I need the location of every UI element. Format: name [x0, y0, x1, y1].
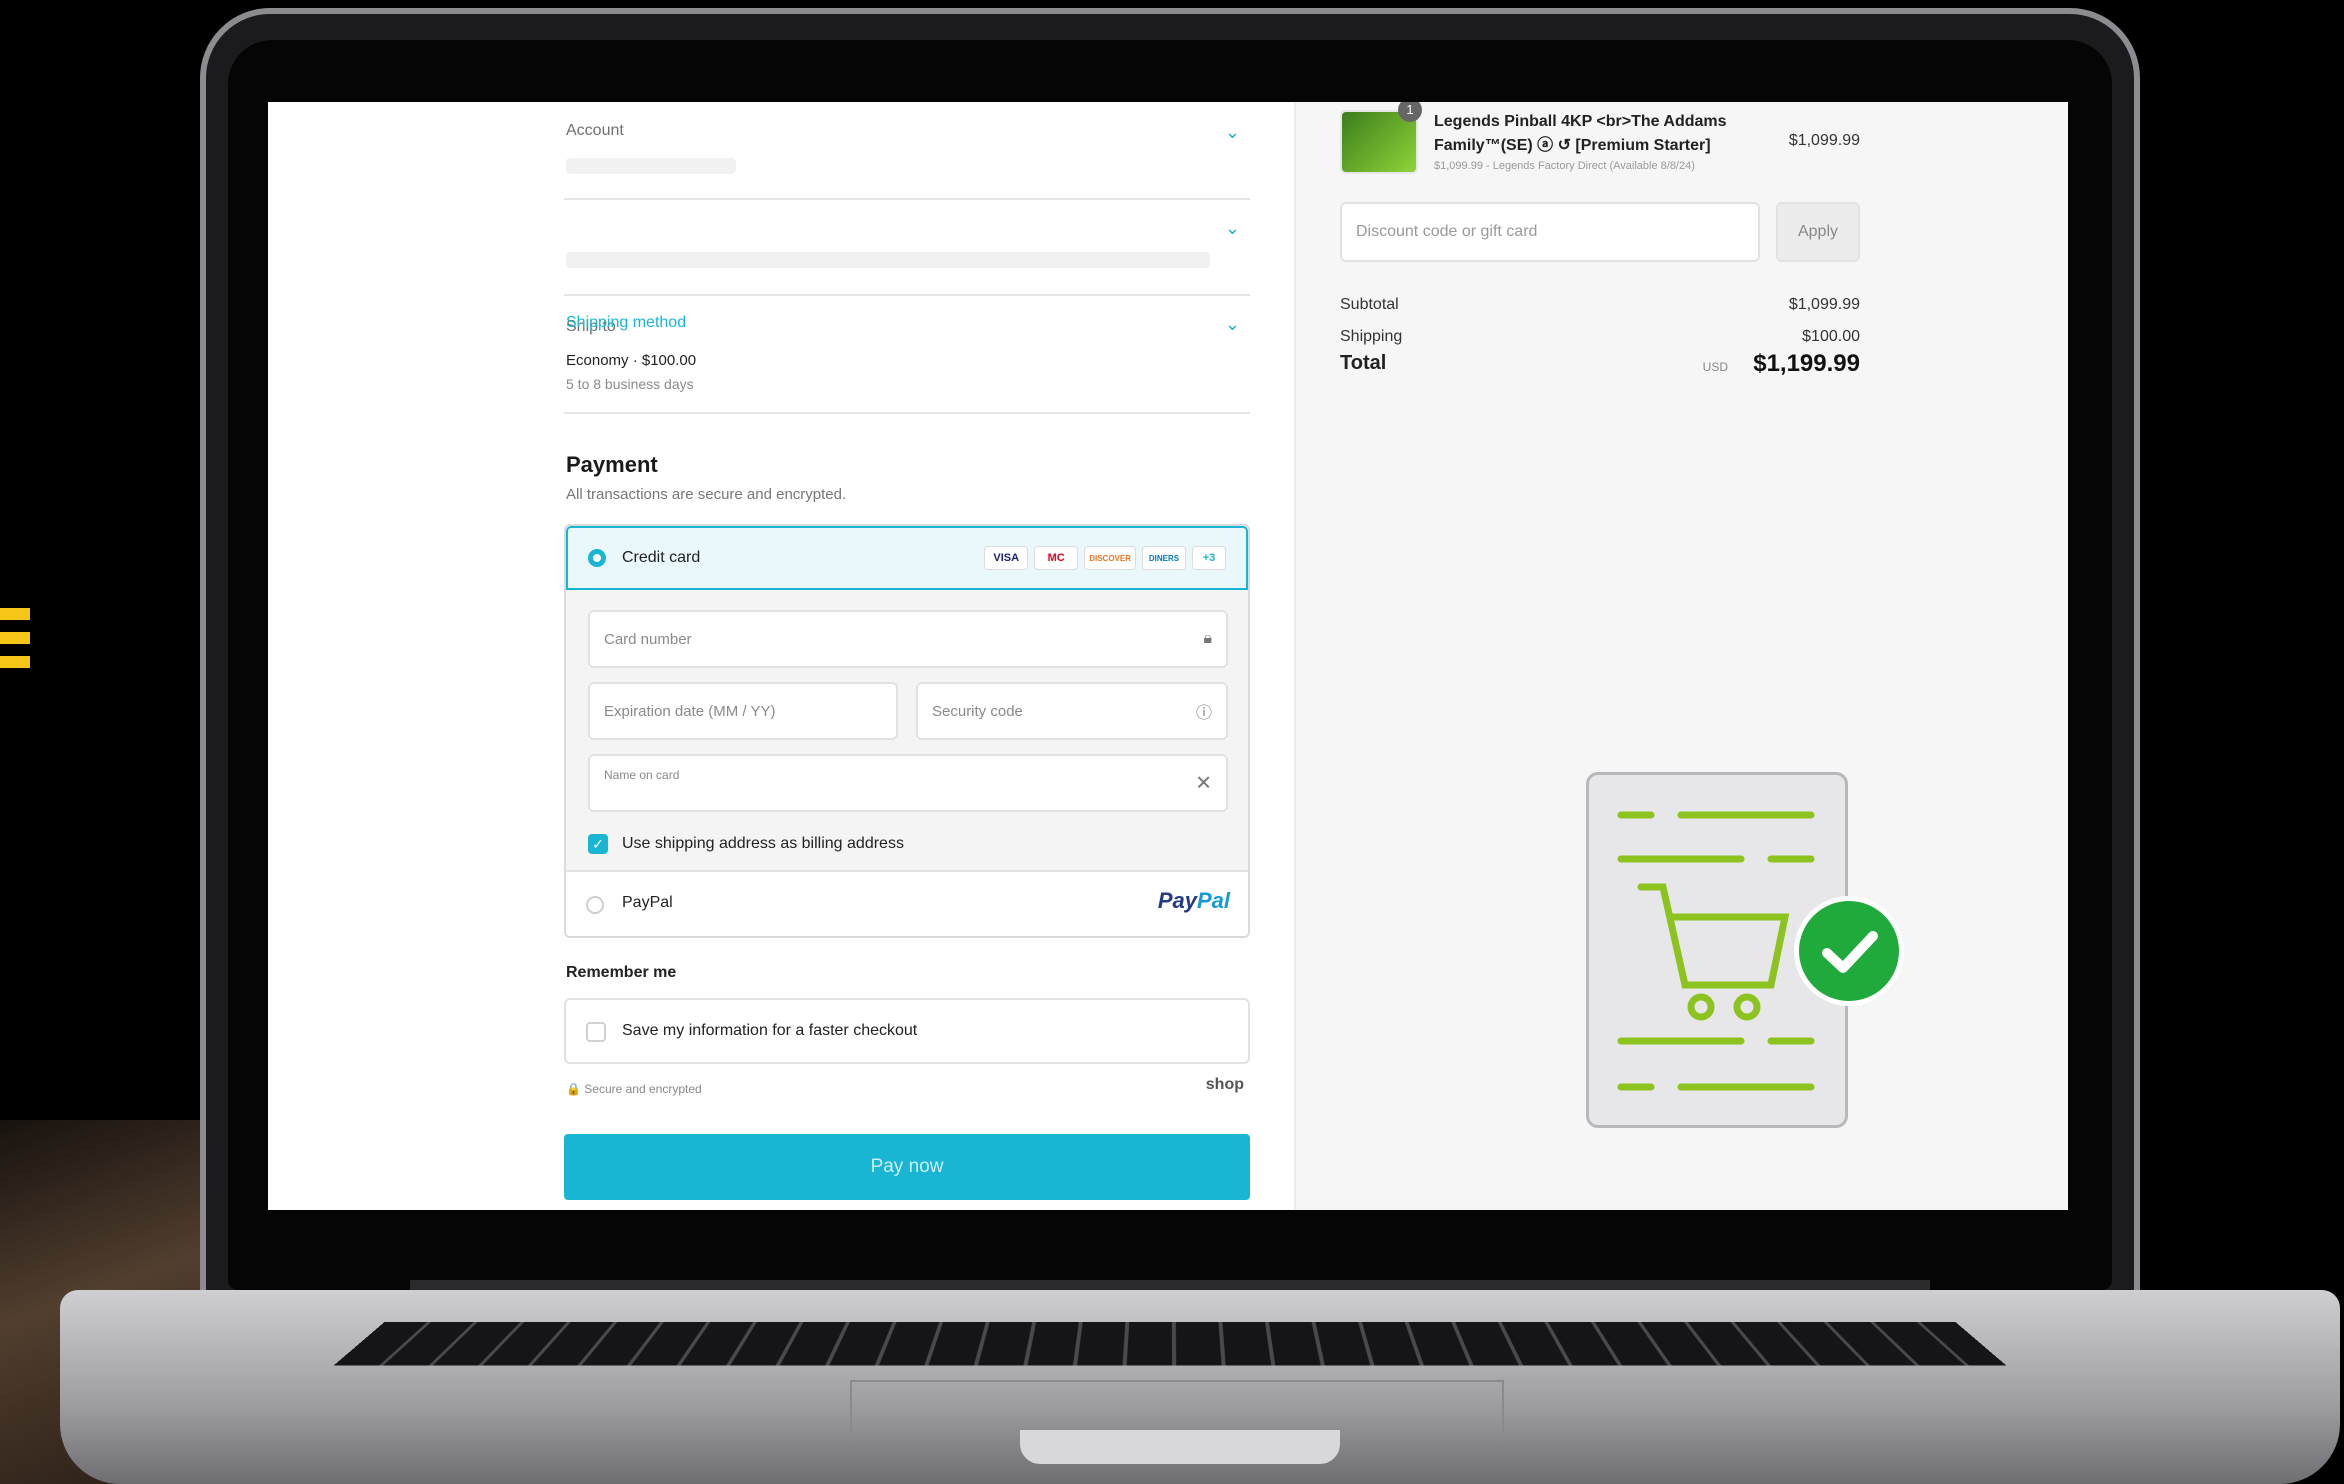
discount-placeholder: Discount code or gift card	[1356, 223, 1537, 241]
credit-card-radio[interactable]	[588, 549, 606, 567]
credit-card-label: Credit card	[622, 549, 700, 567]
pay-now-button[interactable]: Pay now	[564, 1134, 1250, 1200]
credit-card-fields: Card number 🔒︎ Expiration date (MM / YY)…	[566, 590, 1248, 870]
payment-methods: Credit card VISA MC DISCOVER DINERS +3 C…	[564, 524, 1250, 938]
account-value-blurred	[566, 158, 736, 174]
yellow-brand-mark	[0, 608, 30, 680]
paypal-logo-text-b: Pal	[1197, 888, 1230, 913]
subtotal-label: Subtotal	[1340, 296, 1399, 314]
credit-card-option[interactable]: Credit card VISA MC DISCOVER DINERS +3	[566, 526, 1248, 590]
visa-icon: VISA	[984, 546, 1028, 570]
product-subtitle: $1,099.99 - Legends Factory Direct (Avai…	[1434, 160, 1695, 172]
lock-icon: 🔒︎	[1203, 630, 1212, 648]
shipping-method-label[interactable]: Shipping method	[566, 314, 686, 332]
shipping-method-name: Economy · $100.00	[566, 352, 696, 369]
name-on-card-input[interactable]: Name on card ✕	[588, 754, 1228, 812]
product-price: $1,099.99	[1789, 132, 1860, 150]
security-code-placeholder: Security code	[932, 703, 1023, 720]
expiration-date-input[interactable]: Expiration date (MM / YY)	[588, 682, 898, 740]
card-number-placeholder: Card number	[604, 631, 692, 648]
name-on-card-placeholder: Name on card	[604, 768, 679, 782]
mastercard-icon: MC	[1034, 546, 1078, 570]
currency-code: USD	[1703, 360, 1728, 374]
account-label: Account	[566, 122, 624, 140]
save-info-checkbox[interactable]	[586, 1022, 606, 1042]
subtotal-value: $1,099.99	[1789, 296, 1860, 314]
save-info-label: Save my information for a faster checkou…	[622, 1022, 917, 1040]
more-cards-badge: +3	[1192, 546, 1226, 570]
payment-subtitle: All transactions are secure and encrypte…	[566, 486, 846, 503]
shipping-method-days: 5 to 8 business days	[566, 376, 694, 392]
secure-note: 🔒 Secure and encrypted	[566, 1082, 702, 1096]
quantity-badge: 1	[1398, 102, 1422, 122]
divider	[564, 294, 1250, 296]
account-section[interactable]: Account ⌄	[564, 102, 1250, 200]
shipping-label: Shipping	[1340, 328, 1402, 346]
shop-pay-logo: shop	[1206, 1076, 1244, 1094]
laptop-front-notch	[1020, 1430, 1340, 1464]
apply-button[interactable]: Apply	[1776, 202, 1860, 262]
remember-me-box: Save my information for a faster checkou…	[564, 998, 1250, 1064]
paypal-label: PayPal	[622, 894, 673, 912]
divider	[564, 412, 1250, 414]
remember-me-title: Remember me	[566, 964, 676, 982]
discount-input[interactable]: Discount code or gift card	[1340, 202, 1760, 262]
diners-icon: DINERS	[1142, 546, 1186, 570]
shipping-value: $100.00	[1802, 328, 1860, 346]
total-value: $1,199.99	[1753, 350, 1860, 378]
paypal-radio[interactable]	[586, 896, 604, 914]
paypal-logo: PayPal	[1158, 888, 1230, 914]
help-circle-icon[interactable]: ⓘ	[1196, 699, 1212, 723]
expiration-placeholder: Expiration date (MM / YY)	[604, 703, 775, 720]
card-number-input[interactable]: Card number 🔒︎	[588, 610, 1228, 668]
ship-to-value-blurred	[566, 252, 1210, 268]
paypal-logo-text-a: Pay	[1158, 888, 1197, 913]
success-check-icon	[1794, 896, 1904, 1006]
billing-checkbox-label: Use shipping address as billing address	[622, 835, 904, 853]
total-label: Total	[1340, 352, 1386, 375]
checkout-screen: Account ⌄ Ship to ⌄ Shipping method ⌄ Ec…	[268, 102, 2068, 1210]
laptop-keyboard	[334, 1322, 2006, 1365]
discover-icon: DISCOVER	[1084, 546, 1136, 570]
security-code-input[interactable]: Security code ⓘ	[916, 682, 1228, 740]
chevron-down-icon[interactable]: ⌄	[1225, 122, 1240, 143]
chevron-down-icon[interactable]: ⌄	[1225, 218, 1240, 239]
card-brand-logos: VISA MC DISCOVER DINERS +3	[984, 546, 1226, 570]
clear-icon[interactable]: ✕	[1195, 771, 1212, 796]
paypal-option[interactable]: PayPal PayPal	[566, 870, 1248, 938]
product-title: Legends Pinball 4KP <br>The Addams Famil…	[1434, 110, 1774, 158]
payment-title: Payment	[566, 452, 658, 478]
billing-address-checkbox[interactable]: ✓	[588, 834, 608, 854]
chevron-down-icon[interactable]: ⌄	[1225, 314, 1240, 335]
